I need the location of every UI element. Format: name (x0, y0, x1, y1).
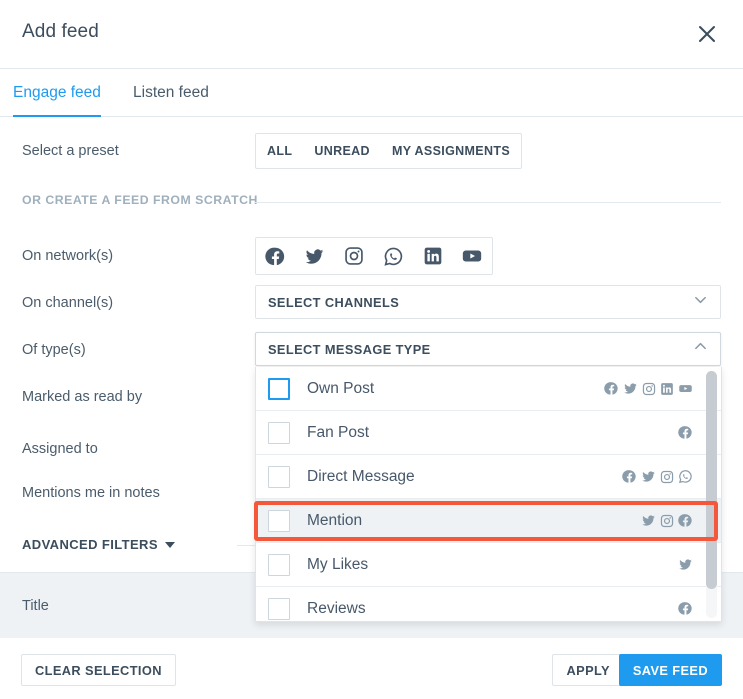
scratch-section-label: OR CREATE A FEED FROM SCRATCH (22, 193, 258, 207)
list-item-label: Fan Post (307, 423, 370, 441)
instagram-icon (642, 382, 656, 396)
list-item[interactable]: Mention (256, 499, 721, 543)
instagram-icon (660, 470, 674, 484)
checkbox-direct-message[interactable] (268, 465, 290, 488)
list-item-networks (678, 557, 693, 572)
instagram-icon (660, 514, 674, 528)
network-selector (255, 237, 493, 275)
checkbox-my-likes[interactable] (268, 553, 290, 576)
preset-button-group: ALL UNREAD MY ASSIGNMENTS (255, 133, 523, 169)
chevron-down-icon (693, 292, 708, 312)
whatsapp-icon (678, 469, 693, 484)
tab-bar: Engage feed Listen feed (0, 69, 743, 118)
whatsapp-icon[interactable] (374, 238, 413, 274)
label-select-preset: Select a preset (22, 143, 119, 159)
facebook-icon (678, 513, 693, 528)
modal-header: Add feed (0, 0, 743, 69)
list-item[interactable]: Fan Post (256, 411, 721, 455)
save-feed-button[interactable]: SAVE FEED (618, 654, 722, 686)
list-item-label: My Likes (307, 555, 369, 573)
label-title: Title (22, 598, 49, 614)
facebook-icon (678, 425, 693, 440)
checkbox-mention[interactable] (268, 509, 290, 532)
instagram-icon[interactable] (335, 238, 374, 274)
modal-footer: CLEAR SELECTION APPLY SAVE FEED (0, 638, 743, 699)
twitter-icon[interactable] (295, 238, 334, 274)
message-type-options-panel: Own Post Fan Post Direct Message Mention (255, 367, 722, 622)
close-icon[interactable] (687, 14, 727, 54)
list-item[interactable]: Direct Message (256, 455, 721, 499)
list-item-label: Direct Message (307, 467, 415, 485)
apply-button[interactable]: APPLY (551, 654, 625, 686)
list-item[interactable]: My Likes (256, 543, 721, 587)
tab-engage-feed[interactable]: Engage feed (13, 69, 101, 118)
tab-listen-feed[interactable]: Listen feed (133, 69, 209, 117)
twitter-icon (678, 557, 693, 572)
preset-all-button[interactable]: ALL (256, 134, 303, 168)
clear-selection-button[interactable]: CLEAR SELECTION (21, 654, 176, 686)
preset-unread-button[interactable]: UNREAD (303, 134, 381, 168)
list-item-networks (604, 381, 693, 396)
select-message-type-value: SELECT MESSAGE TYPE (268, 341, 431, 357)
select-channels-dropdown[interactable]: SELECT CHANNELS (255, 285, 721, 319)
list-item-networks (678, 601, 693, 616)
list-item-label: Reviews (307, 599, 366, 617)
caret-down-icon (164, 541, 175, 548)
label-mentions-me-in-notes: Mentions me in notes (22, 485, 160, 501)
linkedin-icon (660, 382, 674, 396)
tab-engage-feed-label: Engage feed (13, 84, 101, 101)
list-item-label: Mention (307, 511, 363, 529)
list-item[interactable]: Own Post (256, 367, 721, 411)
select-channels-value: SELECT CHANNELS (268, 294, 400, 310)
youtube-icon (678, 381, 693, 396)
label-assigned-to: Assigned to (22, 441, 98, 457)
twitter-icon (641, 469, 656, 484)
advanced-filters-toggle[interactable]: ADVANCED FILTERS (22, 537, 175, 552)
page-title: Add feed (22, 21, 99, 42)
checkbox-reviews[interactable] (268, 597, 290, 620)
dropdown-scrollbar-thumb[interactable] (706, 371, 717, 589)
chevron-up-icon (693, 339, 708, 359)
facebook-icon (622, 469, 637, 484)
facebook-icon[interactable] (256, 238, 295, 274)
label-of-types: Of type(s) (22, 342, 86, 358)
facebook-icon (678, 601, 693, 616)
list-item[interactable]: Reviews (256, 587, 721, 621)
list-item-networks (622, 469, 693, 484)
twitter-icon (641, 513, 656, 528)
scratch-divider (255, 202, 721, 203)
checkbox-fan-post[interactable] (268, 421, 290, 444)
twitter-icon (623, 381, 638, 396)
select-message-type-dropdown[interactable]: SELECT MESSAGE TYPE (255, 332, 721, 366)
list-item-networks (641, 513, 693, 528)
youtube-icon[interactable] (453, 238, 492, 274)
list-item-label: Own Post (307, 379, 375, 397)
tab-listen-feed-label: Listen feed (133, 84, 209, 101)
checkbox-own-post[interactable] (268, 377, 290, 400)
label-on-channels: On channel(s) (22, 295, 114, 311)
label-on-networks: On network(s) (22, 248, 114, 264)
label-marked-as-read-by: Marked as read by (22, 389, 143, 405)
linkedin-icon[interactable] (413, 238, 452, 274)
list-item-networks (678, 425, 693, 440)
facebook-icon (604, 381, 619, 396)
advanced-filters-label: ADVANCED FILTERS (22, 537, 158, 552)
preset-my-assignments-button[interactable]: MY ASSIGNMENTS (381, 134, 521, 168)
